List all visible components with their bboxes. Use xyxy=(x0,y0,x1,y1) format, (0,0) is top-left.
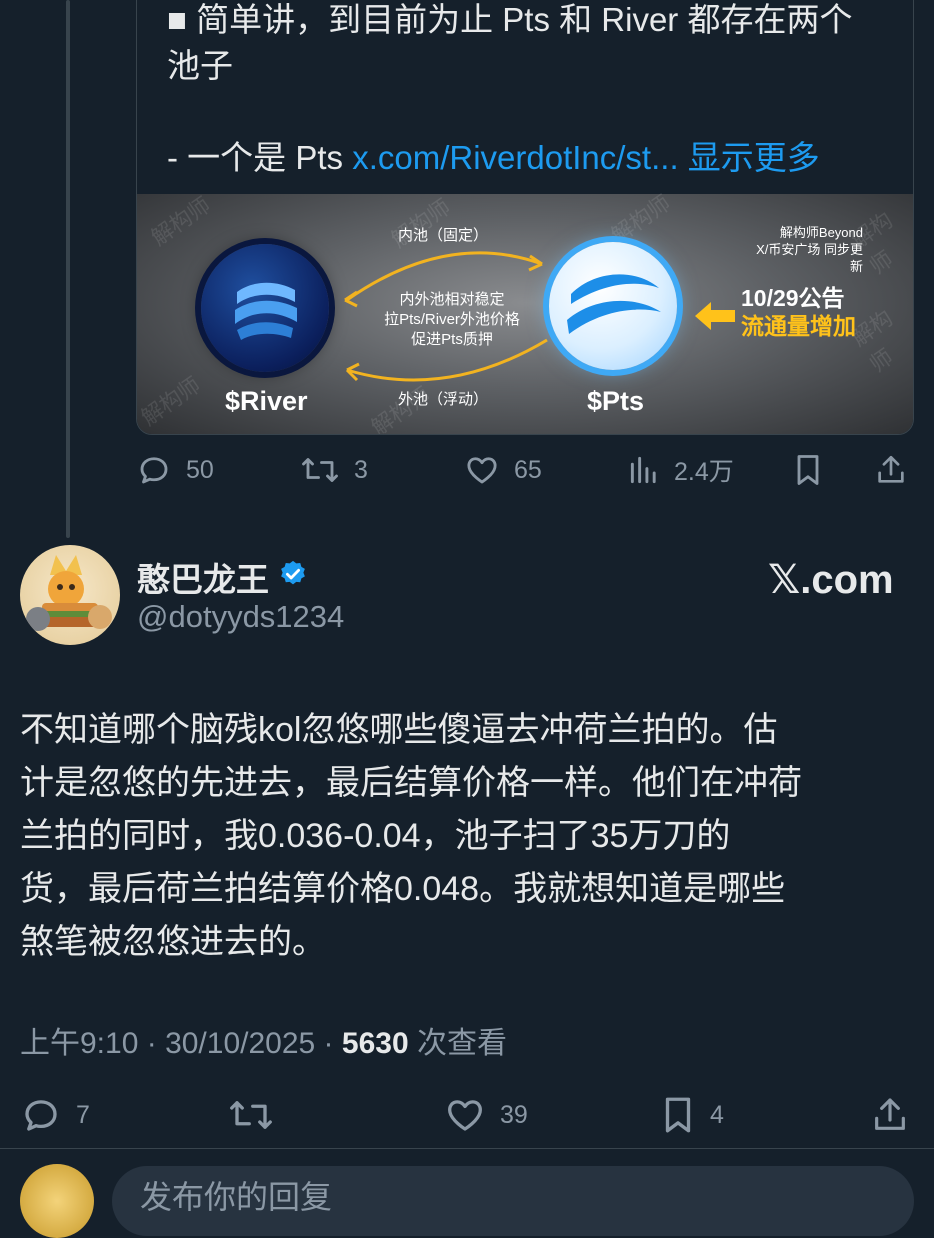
tweet-metadata: 上午9:10 · 30/10/2025 · 5630 次查看 xyxy=(20,1018,507,1062)
pts-label: $Pts xyxy=(587,386,645,416)
brand-line: X/币安广场 同步更新 xyxy=(756,242,863,274)
author-name[interactable]: 憨巴龙王 xyxy=(137,553,269,601)
river-label: $River xyxy=(225,386,308,416)
tweet-date[interactable]: 30/10/2025 xyxy=(165,1027,315,1060)
reply-button[interactable]: 7 xyxy=(20,1094,90,1136)
tweet-author: 憨巴龙王 @dotyyds1234 𝕏.com xyxy=(20,545,920,655)
reply-count: 50 xyxy=(186,455,214,484)
share-icon xyxy=(878,455,904,483)
previous-tweet-actions: 50 3 65 2.4万 xyxy=(136,452,914,492)
bookmark-count: 4 xyxy=(710,1100,724,1129)
pool-description-line: 拉Pts/River外池价格 xyxy=(384,311,520,328)
outer-pool-label: 外池（浮动） xyxy=(397,391,488,408)
tweet-text-line: 煞笔被忽悠进去的。 xyxy=(20,923,326,961)
tweet-text-line: 计是忽悠的先进去，最后结算价格一样。他们在冲荷 xyxy=(20,764,802,802)
reply-icon xyxy=(25,1100,57,1131)
reply-count: 7 xyxy=(76,1100,90,1129)
x-com-logo: 𝕏.com xyxy=(768,558,894,602)
pool-description-line: 促进Pts质押 xyxy=(411,331,493,348)
tweet-link[interactable]: x.com/RiverdotInc/st... xyxy=(352,139,678,176)
share-button[interactable] xyxy=(870,1094,910,1136)
heart-icon xyxy=(448,1100,482,1131)
previous-tweet-line: - 一个是 Pts x.com/RiverdotInc/st... 显示更多 xyxy=(167,135,887,181)
views-count: 2.4万 xyxy=(674,458,734,486)
watermark: 解构师 xyxy=(136,372,206,431)
author-handle[interactable]: @dotyyds1234 xyxy=(137,599,344,635)
announcement-date: 10/29公告 xyxy=(741,285,845,311)
announcement-detail: 流通量增加 xyxy=(741,313,856,339)
tweet-text-line: 不知道哪个脑残kol忽悠哪些傻逼去冲荷兰拍的。估 xyxy=(20,711,778,749)
separator: · xyxy=(138,1027,166,1060)
views-label: 次查看 xyxy=(408,1027,507,1060)
thread-connector-line xyxy=(66,0,70,538)
repost-icon xyxy=(230,1101,272,1129)
repost-button[interactable]: 3 xyxy=(300,452,368,488)
previous-tweet-line-prefix: - 一个是 Pts xyxy=(167,139,353,176)
previous-tweet-card[interactable]: ■ 简单讲，到目前为止 Pts 和 River 都存在两个 池子 - 一个是 P… xyxy=(136,0,914,435)
attached-image[interactable]: 解构师 解构师 解构师 解构师 解构师 解构师 解构师 内池（固定） 内外池相对… xyxy=(136,190,913,434)
reply-button[interactable]: 50 xyxy=(136,452,214,488)
previous-tweet-text: ■ 简单讲，到目前为止 Pts 和 River 都存在两个 池子 - 一个是 P… xyxy=(167,0,887,181)
pts-coin-icon xyxy=(549,242,677,370)
inner-pool-label: 内池（固定） xyxy=(397,227,488,244)
repost-icon xyxy=(302,458,338,482)
tweet-time[interactable]: 上午9:10 xyxy=(20,1027,138,1060)
reply-icon xyxy=(140,457,168,484)
tweet-actions: 7 39 4 xyxy=(20,1094,914,1134)
brand-line: 解构师Beyond xyxy=(779,225,863,240)
like-button[interactable]: 65 xyxy=(464,452,542,488)
river-coin-icon xyxy=(201,244,329,372)
like-count: 65 xyxy=(514,455,542,484)
bookmark-icon xyxy=(665,1097,691,1133)
share-icon xyxy=(875,1098,905,1130)
bookmark-button[interactable] xyxy=(792,452,824,488)
analytics-icon xyxy=(630,456,656,484)
verified-badge-icon xyxy=(281,560,305,585)
bookmark-button[interactable]: 4 xyxy=(660,1094,724,1136)
share-button[interactable] xyxy=(874,452,908,488)
tweet-text-line: 兰拍的同时，我0.036-0.04，池子扫了35万刀的 xyxy=(20,817,731,855)
like-count: 39 xyxy=(500,1100,528,1129)
watermark: 解构师 xyxy=(146,192,216,251)
separator: · xyxy=(315,1027,342,1060)
repost-button[interactable] xyxy=(228,1094,274,1136)
views-button[interactable]: 2.4万 xyxy=(628,452,734,488)
show-more-link[interactable]: 显示更多 xyxy=(688,139,820,176)
left-arrow-icon xyxy=(695,302,735,330)
pool-description-line: 内外池相对稳定 xyxy=(399,291,505,308)
tweet-text: 不知道哪个脑残kol忽悠哪些傻逼去冲荷兰拍的。估 计是忽悠的先进去，最后结算价格… xyxy=(20,704,900,969)
avatar-illustration-icon xyxy=(26,555,112,631)
pool-description: 内外池相对稳定 拉Pts/River外池价格 促进Pts质押 xyxy=(357,290,547,350)
watermark: 解构师 xyxy=(606,190,676,249)
divider xyxy=(0,1148,934,1149)
avatar[interactable] xyxy=(20,545,120,645)
current-user-avatar[interactable] xyxy=(20,1164,94,1238)
views-count: 5630 xyxy=(341,1027,409,1060)
announcement-text: 10/29公告 流通量增加 xyxy=(741,284,856,340)
previous-tweet-line: ■ 简单讲，到目前为止 Pts 和 River 都存在两个 xyxy=(167,1,853,38)
reply-input[interactable]: 发布你的回复 xyxy=(112,1166,914,1236)
heart-icon xyxy=(467,457,497,484)
tweet-text-line: 货，最后荷兰拍结算价格0.048。我就想知道是哪些 xyxy=(20,870,786,908)
bookmark-icon xyxy=(797,455,819,485)
like-button[interactable]: 39 xyxy=(444,1094,528,1136)
repost-count: 3 xyxy=(354,455,368,484)
previous-tweet-line: 池子 xyxy=(167,47,233,84)
image-brand-text: 解构师Beyond X/币安广场 同步更新 xyxy=(747,224,863,275)
previous-tweet-blank-line xyxy=(167,89,887,135)
